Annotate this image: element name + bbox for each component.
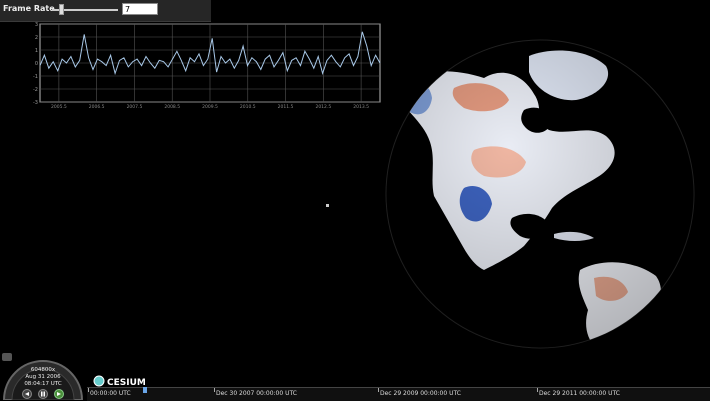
chart-x-tick-label: 2007.5 — [127, 104, 143, 110]
chart-x-tick-label: 2011.5 — [278, 104, 294, 110]
toolbar: Frame Rate 7 — [0, 0, 211, 22]
cesium-logo-text: CESIUM — [107, 378, 146, 387]
chart-y-tick-label: 0 — [35, 61, 38, 67]
timeline-tick — [88, 388, 89, 392]
clock-date: Aug 31 2006 — [25, 374, 61, 380]
frame-rate-slider-thumb[interactable] — [59, 4, 65, 15]
chart-x-tick-label: 2013.5 — [353, 104, 369, 110]
chart-y-tick-label: -3 — [33, 100, 38, 106]
timeline-label: Dec 29 2011 00:00:00 UTC — [539, 390, 620, 397]
cesium-logo: CESIUM — [93, 375, 146, 387]
chart-y-tick-label: -1 — [33, 74, 38, 80]
chart-y-tick-label: 2 — [35, 35, 38, 41]
chart-x-tick-label: 2008.5 — [164, 104, 180, 110]
timeline-tick — [214, 388, 215, 392]
play-button[interactable] — [54, 389, 64, 399]
reverse-button[interactable] — [22, 389, 32, 399]
time-series-chart: 3 2 1 0 -1 -2 -3 2005.5 2006.5 2007.5 2008.5 2009.5… — [30, 22, 385, 110]
timeline-tick — [378, 388, 379, 392]
chart-x-tick-label: 2009.5 — [202, 104, 218, 110]
frame-rate-label: Frame Rate — [3, 4, 55, 13]
cesium-logo-icon — [93, 375, 105, 387]
pause-icon — [41, 391, 43, 397]
chart-svg: 3 2 1 0 -1 -2 -3 2005.5 2006.5 2007.5 2008.5 2009.5… — [33, 22, 381, 110]
timeline-label: 00:00:00 UTC — [90, 390, 131, 397]
timeline[interactable]: 00:00:00 UTC Dec 30 2007 00:00:00 UTC De… — [87, 387, 710, 401]
clock-time: 08:04:17 UTC — [24, 381, 62, 387]
timeline-tick — [537, 388, 538, 392]
chart-x-tick-label: 2006.5 — [89, 104, 105, 110]
chart-x-tick-label: 2005.5 — [51, 104, 67, 110]
chart-y-tick-label: 1 — [35, 48, 38, 54]
pause-button[interactable] — [38, 389, 48, 399]
globe-view[interactable] — [384, 38, 696, 350]
animation-widget: 604800x Aug 31 2006 08:04:17 UTC — [2, 360, 84, 400]
chart-x-tick-label: 2010.5 — [240, 104, 256, 110]
clock-speed: 604800x — [31, 367, 56, 373]
map-marker — [326, 204, 329, 207]
timeline-label: Dec 30 2007 00:00:00 UTC — [216, 390, 297, 397]
timeline-needle[interactable] — [143, 387, 147, 393]
chart-y-tick-label: -2 — [33, 87, 38, 93]
chart-x-tick-label: 2012.5 — [315, 104, 331, 110]
timeline-label: Dec 29 2009 00:00:00 UTC — [380, 390, 461, 397]
frame-rate-input[interactable]: 7 — [122, 3, 158, 15]
chart-y-tick-label: 3 — [35, 22, 38, 28]
